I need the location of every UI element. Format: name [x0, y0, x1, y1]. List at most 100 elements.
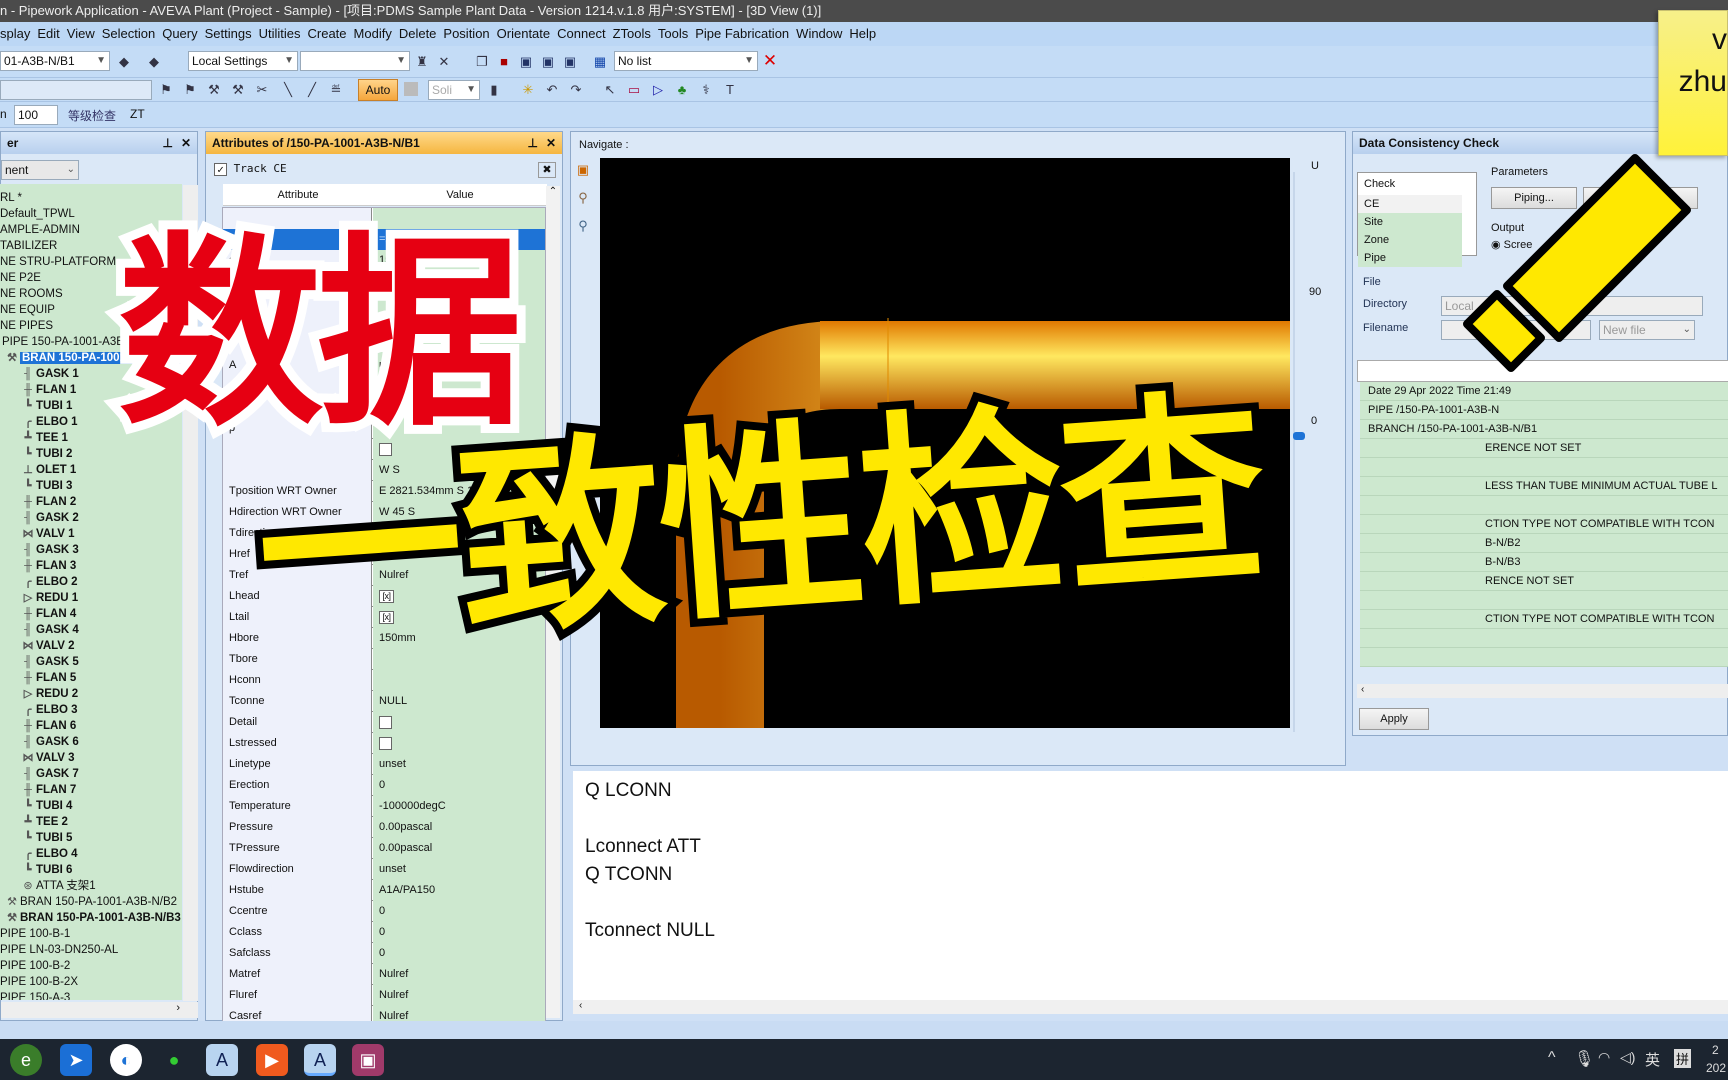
check-item[interactable]: Site: [1358, 213, 1462, 231]
tree-item[interactable]: ╢ GASK 5: [20, 654, 79, 670]
menu-item[interactable]: Window: [796, 26, 842, 41]
tree-item[interactable]: PIPE 100-B-1: [0, 926, 70, 942]
ime-mode[interactable]: 拼: [1674, 1049, 1692, 1068]
attribute-value[interactable]: unset: [373, 754, 545, 775]
tree-item[interactable]: ╢ GASK 6: [20, 734, 79, 750]
tree-item[interactable]: ╫ FLAN 4: [20, 606, 76, 622]
results-hscrollbar[interactable]: ‹: [1357, 684, 1728, 698]
apply-button[interactable]: Apply: [1359, 708, 1429, 730]
pin-icon[interactable]: ⊥: [528, 132, 538, 154]
zt-button[interactable]: ZT: [130, 107, 145, 121]
tree-item[interactable]: ╭ ELBO 2: [20, 574, 78, 590]
pipe-tool-icon[interactable]: ⚒: [206, 82, 222, 98]
elevation-slider[interactable]: [1293, 172, 1303, 732]
tree-item[interactable]: ╫ FLAN 1: [20, 382, 76, 398]
tree-item[interactable]: PIPE 100-B-2X: [0, 974, 78, 990]
menu-item[interactable]: splay: [0, 26, 30, 41]
grid-icon[interactable]: ▦: [592, 54, 608, 70]
save-icon[interactable]: ■: [496, 54, 512, 70]
tree-item[interactable]: PIPE LN-03-DN250-AL: [0, 942, 118, 958]
tray-chevron-icon[interactable]: ^: [1548, 1049, 1556, 1067]
command-hscrollbar[interactable]: ‹: [573, 1000, 1728, 1014]
check-item[interactable]: CE: [1358, 195, 1462, 213]
explode-icon[interactable]: ✳: [520, 82, 536, 98]
menu-item[interactable]: Delete: [399, 26, 437, 41]
check-item[interactable]: Zone: [1358, 231, 1462, 249]
attribute-value[interactable]: -100000degC: [373, 796, 545, 817]
attribute-row[interactable]: Pressure 0.00pascal: [223, 817, 545, 838]
tree-item[interactable]: Default_TPWL: [0, 206, 75, 222]
tree-item[interactable]: ┗ TUBI 1: [20, 398, 73, 414]
command-output[interactable]: Q LCONN Lconnect ATT Q TCONN Tconnect NULL: [573, 771, 1728, 1011]
tree-item[interactable]: ┗ TUBI 5: [20, 830, 73, 846]
binoculars-icon[interactable]: ♜: [414, 54, 430, 70]
window-icon[interactable]: ▣: [518, 54, 534, 70]
attribute-value[interactable]: 0: [373, 901, 545, 922]
app-icon-media[interactable]: ▶: [256, 1044, 288, 1076]
tree-item[interactable]: PIPE 150-PA-1001-A3B-N: [2, 334, 136, 350]
tree-item[interactable]: ╫ FLAN 7: [20, 782, 76, 798]
tree-item[interactable]: NE EQUIP: [0, 302, 55, 318]
attribute-row[interactable]: Temperature -100000degC: [223, 796, 545, 817]
attribute-row[interactable]: Matref Nulref: [223, 964, 545, 985]
delete-icon[interactable]: ✕: [762, 52, 778, 69]
window-icon[interactable]: ▣: [540, 54, 556, 70]
tree-item[interactable]: ╫ FLAN 2: [20, 494, 76, 510]
tree-item[interactable]: ⚒ BRAN 150-PA-1001-A3B-N/B3: [4, 910, 181, 926]
attribute-value[interactable]: 0.00pascal: [373, 817, 545, 838]
attribute-row[interactable]: Hstube A1A/PA150: [223, 880, 545, 901]
grade-check-button[interactable]: 等级检查: [68, 107, 116, 124]
app-icon-wechat[interactable]: ●: [158, 1044, 190, 1076]
close-icon[interactable]: ✕: [181, 132, 191, 154]
tree-item[interactable]: ▷ REDU 1: [20, 590, 78, 606]
list-combo[interactable]: No list ▼: [614, 51, 758, 71]
tree-item[interactable]: ┻ TEE 2: [20, 814, 68, 830]
attribute-value[interactable]: 0: [373, 775, 545, 796]
zoom-box-icon[interactable]: ▣: [575, 162, 591, 178]
wifi-icon[interactable]: ◠: [1598, 1049, 1610, 1066]
tree-item[interactable]: ╢ GASK 1: [20, 366, 79, 382]
attribute-row[interactable]: Lstressed: [223, 733, 545, 754]
attribute-value[interactable]: [373, 670, 545, 691]
tree-item[interactable]: ┗ TUBI 6: [20, 862, 73, 878]
attribute-row[interactable]: Cclass 0: [223, 922, 545, 943]
pipe-tool-icon[interactable]: ⚑: [158, 82, 174, 98]
undo-icon[interactable]: ↶: [544, 82, 560, 98]
ime-language[interactable]: 英: [1645, 1049, 1660, 1070]
track-ce-checkbox[interactable]: ✓ Track CE: [214, 162, 287, 176]
window-icon[interactable]: ▣: [562, 54, 578, 70]
tree-item[interactable]: ┗ TUBI 2: [20, 446, 73, 462]
tree-item[interactable]: ╫ FLAN 5: [20, 670, 76, 686]
tree-item[interactable]: ⊥ OLET 1: [20, 462, 76, 478]
cylinder-icon[interactable]: ▮: [486, 82, 502, 98]
attribute-row[interactable]: Detail: [223, 712, 545, 733]
tree-item[interactable]: ╫ FLAN 6: [20, 718, 76, 734]
pipe-tool-icon[interactable]: ✂: [254, 82, 270, 98]
tree-item[interactable]: ╭ ELBO 3: [20, 702, 78, 718]
menu-item[interactable]: Edit: [37, 26, 59, 41]
attribute-row[interactable]: Tconne NULL: [223, 691, 545, 712]
ce-combo[interactable]: 01-A3B-N/B1 ▼: [0, 51, 110, 71]
tree-item[interactable]: NE PIPES: [0, 318, 53, 334]
pin-icon[interactable]: ⊥: [163, 132, 173, 154]
attribute-row[interactable]: Erection 0: [223, 775, 545, 796]
clock-date[interactable]: 202: [1706, 1061, 1726, 1075]
tree-hscrollbar[interactable]: ›: [1, 1002, 198, 1018]
attribute-value[interactable]: 0: [373, 943, 545, 964]
menu-item[interactable]: Selection: [102, 26, 155, 41]
pick-icon[interactable]: ♣: [674, 82, 690, 98]
tree-item[interactable]: PIPE 100-B-2: [0, 958, 70, 974]
tree-item[interactable]: RL *: [0, 190, 22, 206]
tree-item[interactable]: ┻ TEE 1: [20, 430, 68, 446]
tree-item[interactable]: TABILIZER: [0, 238, 57, 254]
checkbox[interactable]: [379, 715, 392, 729]
menu-item[interactable]: ZTools: [613, 26, 651, 41]
menu-item[interactable]: Help: [849, 26, 876, 41]
settings-combo[interactable]: Local Settings ▼: [188, 51, 298, 71]
app-icon-browser[interactable]: e: [10, 1044, 42, 1076]
attribute-row[interactable]: TPressure 0.00pascal: [223, 838, 545, 859]
tree-item[interactable]: NE STRU-PLATFORM: [0, 254, 116, 270]
tree-item[interactable]: ╢ GASK 3: [20, 542, 79, 558]
attribute-row[interactable]: Fluref Nulref: [223, 985, 545, 1006]
attribute-row[interactable]: Flowdirection unset: [223, 859, 545, 880]
